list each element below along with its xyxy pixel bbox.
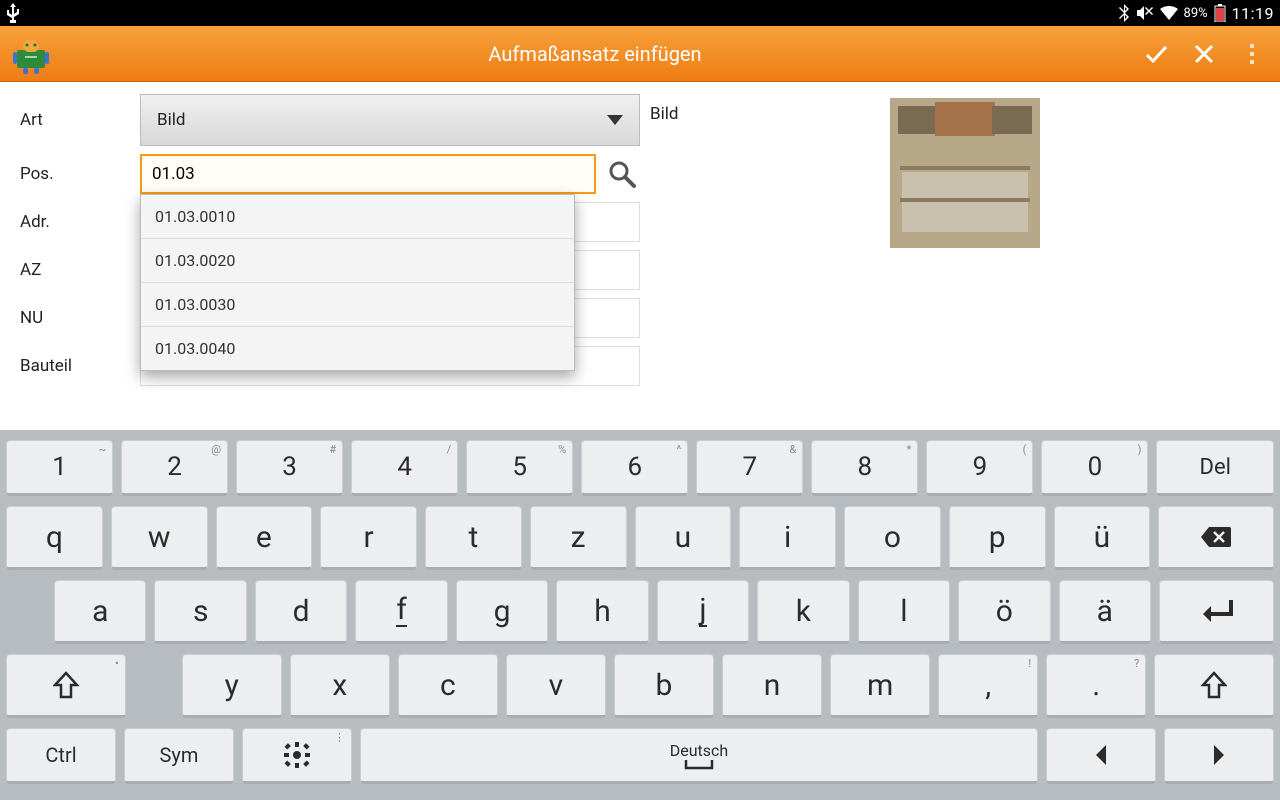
- key-v[interactable]: v: [506, 654, 606, 718]
- key-j[interactable]: j: [657, 580, 749, 644]
- key-4[interactable]: 4/: [351, 440, 458, 496]
- soft-keyboard: 1~2@3#4/5%6^7&8*9(0)Del qwertzuiopü asdf…: [0, 430, 1280, 800]
- autocomplete-item[interactable]: 01.03.0020: [141, 239, 574, 283]
- key-settings[interactable]: ⋮: [242, 728, 352, 784]
- key-k[interactable]: k: [757, 580, 849, 644]
- key-w[interactable]: w: [111, 506, 208, 570]
- pos-autocomplete-dropdown: 01.03.0010 01.03.0020 01.03.0030 01.03.0…: [140, 194, 575, 371]
- key-ctrl[interactable]: Ctrl: [6, 728, 116, 784]
- key-u[interactable]: u: [635, 506, 732, 570]
- key-3[interactable]: 3#: [236, 440, 343, 496]
- key-l[interactable]: l: [858, 580, 950, 644]
- key-arrow-right[interactable]: [1164, 728, 1274, 784]
- key-h[interactable]: h: [556, 580, 648, 644]
- art-dropdown-value: Bild: [157, 110, 185, 130]
- pos-input[interactable]: [140, 154, 596, 194]
- image-thumbnail[interactable]: [890, 98, 1040, 248]
- wifi-icon: [1160, 6, 1178, 20]
- label-art: Art: [20, 110, 140, 130]
- key-r[interactable]: r: [320, 506, 417, 570]
- key-backspace[interactable]: [1158, 506, 1274, 570]
- key-n[interactable]: n: [722, 654, 822, 718]
- key-1[interactable]: 1~: [6, 440, 113, 496]
- chevron-down-icon: [607, 115, 623, 125]
- key-2[interactable]: 2@: [121, 440, 228, 496]
- key-g[interactable]: g: [456, 580, 548, 644]
- label-adr: Adr.: [20, 212, 140, 232]
- key-s[interactable]: s: [154, 580, 246, 644]
- label-az: AZ: [20, 260, 140, 280]
- key-enter[interactable]: [1159, 580, 1274, 644]
- page-title: Aufmaßansatz einfügen: [64, 42, 1126, 66]
- key-comma[interactable]: ,!: [938, 654, 1038, 718]
- usb-icon: [6, 3, 20, 23]
- key-o[interactable]: o: [844, 506, 941, 570]
- key-t[interactable]: t: [425, 506, 522, 570]
- app-bar: Aufmaßansatz einfügen: [0, 26, 1280, 82]
- autocomplete-item[interactable]: 01.03.0040: [141, 327, 574, 370]
- key-5[interactable]: 5%: [466, 440, 573, 496]
- art-dropdown[interactable]: Bild: [140, 94, 640, 146]
- key-x[interactable]: x: [290, 654, 390, 718]
- label-bauteil: Bauteil: [20, 356, 140, 376]
- key-arrow-left[interactable]: [1046, 728, 1156, 784]
- autocomplete-item[interactable]: 01.03.0010: [141, 195, 574, 239]
- android-status-bar: 89% 11:19: [0, 0, 1280, 26]
- key-z[interactable]: z: [530, 506, 627, 570]
- cancel-button[interactable]: [1186, 36, 1222, 72]
- key-6[interactable]: 6^: [581, 440, 688, 496]
- mute-icon: [1136, 5, 1154, 21]
- key-q[interactable]: q: [6, 506, 103, 570]
- autocomplete-item[interactable]: 01.03.0030: [141, 283, 574, 327]
- key-b[interactable]: b: [614, 654, 714, 718]
- key-space[interactable]: Deutsch: [360, 728, 1038, 784]
- key-ö[interactable]: ö: [958, 580, 1050, 644]
- battery-percent: 89%: [1184, 6, 1208, 21]
- app-logo-icon: [10, 33, 52, 75]
- key-e[interactable]: e: [216, 506, 313, 570]
- key-ä[interactable]: ä: [1059, 580, 1151, 644]
- pos-search-button[interactable]: [604, 156, 640, 192]
- key-c[interactable]: c: [398, 654, 498, 718]
- key-m[interactable]: m: [830, 654, 930, 718]
- key-sym[interactable]: Sym: [124, 728, 234, 784]
- key-period[interactable]: .?: [1046, 654, 1146, 718]
- bluetooth-icon: [1118, 4, 1130, 22]
- label-pos: Pos.: [20, 164, 140, 184]
- key-del[interactable]: Del: [1156, 440, 1274, 496]
- form-area: Art Bild Pos. Adr. AZ NU Bauteil 01.03.0…: [0, 82, 1280, 430]
- key-8[interactable]: 8*: [811, 440, 918, 496]
- key-9[interactable]: 9(: [926, 440, 1033, 496]
- label-nu: NU: [20, 308, 140, 328]
- key-a[interactable]: a: [54, 580, 146, 644]
- key-0[interactable]: 0): [1041, 440, 1148, 496]
- key-d[interactable]: d: [255, 580, 347, 644]
- key-f[interactable]: f: [355, 580, 447, 644]
- preview-label: Bild: [650, 98, 850, 124]
- key-ü[interactable]: ü: [1054, 506, 1151, 570]
- key-i[interactable]: i: [739, 506, 836, 570]
- key-p[interactable]: p: [949, 506, 1046, 570]
- confirm-button[interactable]: [1138, 36, 1174, 72]
- key-shift-left[interactable]: •: [6, 654, 126, 718]
- key-shift-right[interactable]: [1154, 654, 1274, 718]
- key-y[interactable]: y: [182, 654, 282, 718]
- key-7[interactable]: 7&: [696, 440, 803, 496]
- overflow-menu-button[interactable]: [1234, 36, 1270, 72]
- battery-icon: [1214, 4, 1226, 22]
- clock: 11:19: [1232, 4, 1274, 23]
